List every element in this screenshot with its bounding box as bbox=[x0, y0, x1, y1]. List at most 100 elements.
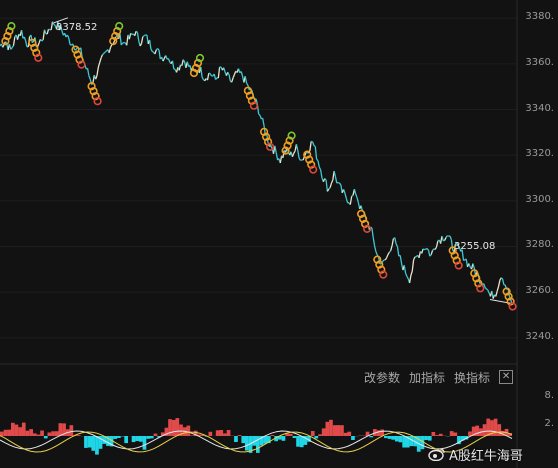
indicator-bar-up bbox=[493, 418, 498, 436]
indicator-bar-down bbox=[84, 436, 88, 448]
price-tick-label: 3300. bbox=[525, 193, 554, 205]
price-segment bbox=[143, 34, 146, 37]
price-tick-label: 3340. bbox=[525, 102, 554, 114]
price-segment bbox=[103, 51, 106, 54]
indicator-bar-down bbox=[369, 436, 374, 438]
indicator-bar-down bbox=[113, 436, 118, 439]
indicator-bar-up bbox=[11, 422, 15, 436]
price-segment bbox=[104, 50, 107, 53]
indicator-bar-up bbox=[25, 430, 30, 436]
indicator-bar-up bbox=[482, 424, 487, 436]
indicator-bar-up bbox=[336, 425, 341, 436]
indicator-bar-down bbox=[427, 436, 432, 441]
price-tick-label: 3260. bbox=[525, 285, 554, 297]
indicator-bar-down bbox=[131, 436, 136, 443]
indicator-bar-up bbox=[175, 418, 180, 436]
indicator-bar-up bbox=[475, 425, 480, 436]
indicator-bar-up bbox=[36, 434, 41, 436]
indicator-bar-up bbox=[21, 422, 26, 436]
indicator-bar-up bbox=[40, 430, 44, 436]
price-tick-label: 3320. bbox=[525, 148, 554, 160]
price-segment bbox=[328, 187, 331, 190]
low-annotation: 3255.08 bbox=[454, 241, 496, 252]
indicator-bar-up bbox=[376, 430, 381, 436]
indicator-bar-down bbox=[314, 436, 319, 439]
price-tick-label: 3280. bbox=[525, 239, 554, 251]
indicator-bar-down bbox=[124, 436, 128, 444]
indicator-bar-up bbox=[215, 430, 220, 436]
indicator-bar-up bbox=[223, 433, 227, 436]
indicator-bar-up bbox=[58, 423, 63, 436]
indicator-bar-down bbox=[91, 436, 96, 451]
price-segment bbox=[310, 140, 313, 143]
price-segment bbox=[258, 113, 261, 116]
indicator-bar-down bbox=[142, 436, 147, 450]
indicator-bar-down bbox=[281, 436, 286, 441]
indicator-bar-down bbox=[234, 436, 238, 442]
watermark-text: A股红牛海哥 bbox=[449, 448, 523, 464]
indicator-bar-up bbox=[449, 431, 454, 436]
price-segment bbox=[447, 235, 449, 237]
indicator-bar-down bbox=[402, 436, 406, 448]
indicator-bar-up bbox=[237, 435, 242, 436]
indicator-bar-up bbox=[32, 433, 37, 436]
indicator-bar-up bbox=[76, 435, 81, 436]
indicator-bar-up bbox=[54, 431, 59, 436]
price-segment bbox=[424, 248, 427, 251]
indicator-bar-down bbox=[135, 436, 139, 441]
price-segment bbox=[351, 194, 354, 197]
indicator-bar-up bbox=[340, 425, 344, 436]
indicator-bar-up bbox=[208, 431, 213, 436]
indicator-bar-down bbox=[351, 436, 355, 440]
indicator-bar-up bbox=[18, 427, 22, 436]
indicator-bar-up bbox=[171, 420, 176, 436]
indicator-bar-up bbox=[14, 424, 19, 436]
indicator-bar-down bbox=[245, 436, 249, 451]
indicator-bar-down bbox=[146, 436, 150, 439]
indicator-bar-down bbox=[387, 436, 392, 439]
price-tick-label: 3360. bbox=[525, 56, 554, 68]
indicator-bar-down bbox=[391, 436, 395, 440]
indicator-bar-down bbox=[299, 436, 304, 448]
price-segment bbox=[53, 23, 56, 26]
indicator-bar-up bbox=[310, 431, 315, 436]
indicator-bar-up bbox=[69, 425, 74, 436]
switch-indicator-button[interactable]: 换指标 bbox=[454, 369, 490, 386]
indicator-bar-up bbox=[219, 430, 224, 436]
indicator-bar-down bbox=[95, 436, 99, 455]
price-segment bbox=[151, 50, 154, 53]
indicator-bar-up bbox=[153, 433, 158, 436]
indicator-bar-up bbox=[288, 433, 293, 436]
price-segment bbox=[300, 159, 303, 162]
indicator-bar-down bbox=[149, 436, 154, 439]
add-indicator-button[interactable]: 加指标 bbox=[409, 369, 445, 386]
indicator-bar-up bbox=[497, 424, 502, 436]
indicator-bar-up bbox=[51, 431, 55, 436]
indicator-bar-down bbox=[384, 436, 388, 439]
indicator-tick-label: 2. bbox=[544, 418, 554, 429]
price-segment bbox=[313, 144, 316, 148]
price-segment bbox=[486, 288, 489, 291]
price-segment bbox=[142, 35, 145, 38]
indicator-bar-up bbox=[453, 432, 458, 436]
indicator-bar-up bbox=[347, 431, 352, 436]
price-segment bbox=[41, 39, 44, 42]
price-segment bbox=[122, 41, 125, 44]
indicator-bar-down bbox=[292, 436, 297, 438]
price-tick-label: 3240. bbox=[525, 330, 554, 342]
indicator-bar-up bbox=[329, 419, 333, 436]
price-tick-label: 3380. bbox=[525, 11, 554, 23]
indicator-bar-down bbox=[117, 436, 121, 438]
indicator-bar-up bbox=[321, 428, 326, 436]
indicator-bar-up bbox=[226, 430, 231, 436]
indicator-bar-down bbox=[424, 436, 428, 440]
watermark: A股红牛海哥 bbox=[428, 444, 523, 464]
indicator-bar-up bbox=[438, 433, 443, 436]
indicator-bar-up bbox=[270, 435, 275, 436]
price-segment bbox=[173, 68, 176, 71]
indicator-bar-down bbox=[296, 436, 300, 447]
indicator-bar-up bbox=[29, 429, 33, 436]
indicator-bar-down bbox=[395, 436, 399, 442]
edit-params-button[interactable]: 改参数 bbox=[364, 369, 400, 386]
close-icon[interactable]: ✕ bbox=[499, 370, 514, 384]
